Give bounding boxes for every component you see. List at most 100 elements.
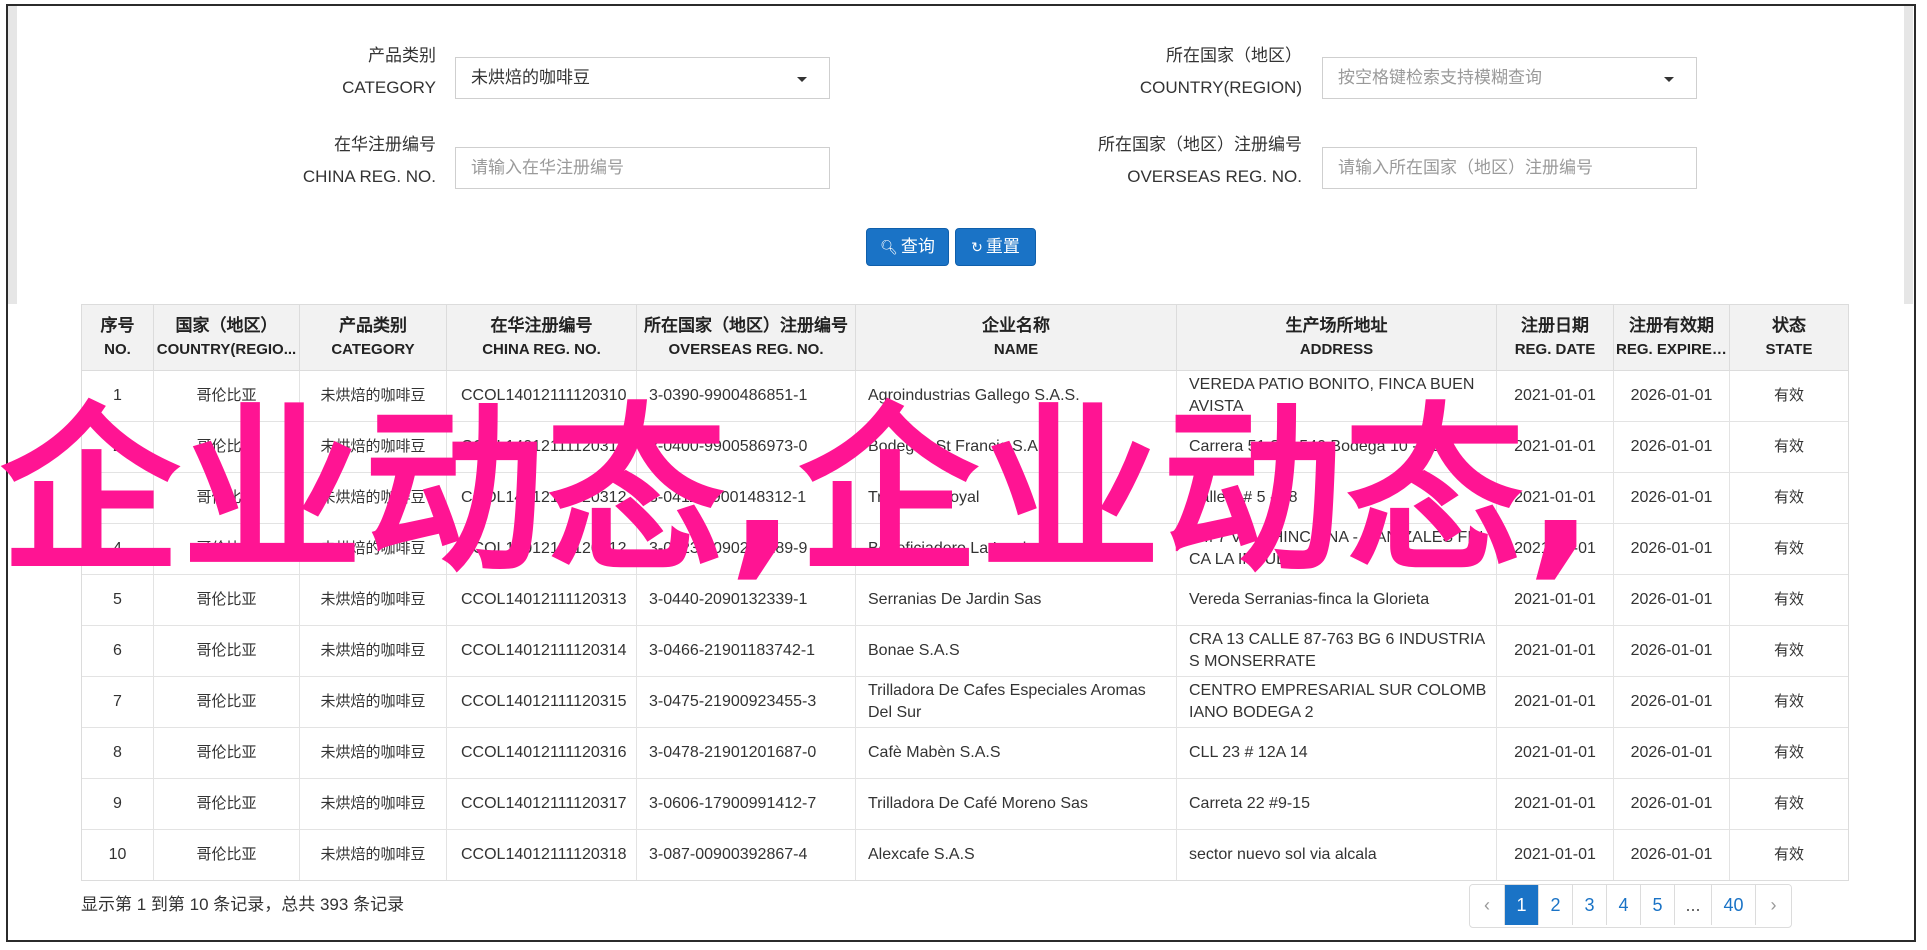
table-row[interactable]: 8 哥伦比亚 未烘焙的咖啡豆 CCOL14012111120316 3-0478-219… [82, 728, 1848, 779]
country-select-placeholder: 按空格键检索支持模糊查询 [1338, 68, 1542, 87]
header-expire-zh: 注册有效期 [1629, 315, 1714, 335]
cell-country: 哥伦比亚 [154, 677, 300, 727]
table-row[interactable]: 6 哥伦比亚 未烘焙的咖啡豆 CCOL14012111120314 3-0466-219… [82, 626, 1848, 677]
china-reg-input-placeholder: 请输入在华注册编号 [471, 158, 624, 177]
header-reg-date: 注册日期 REG. DATE [1497, 305, 1614, 370]
cell-state: 有效 [1773, 846, 1804, 863]
prev-page-button[interactable]: ‹ [1470, 885, 1505, 925]
header-state: 状态 STATE [1730, 305, 1848, 370]
cell-no: 8 [82, 728, 154, 778]
header-address-zh: 生产场所地址 [1285, 315, 1388, 335]
page-button-2[interactable]: 2 [1539, 885, 1573, 925]
header-china-reg-zh: 在华注册编号 [490, 315, 593, 335]
table-row[interactable]: 7 哥伦比亚 未烘焙的咖啡豆 CCOL14012111120315 3-0475-219… [82, 677, 1848, 728]
cell-category: 未烘焙的咖啡豆 [300, 677, 447, 727]
cell-overseas-reg: 3-0475-21900923455-3 [637, 677, 856, 727]
overseas-reg-label: 所在国家（地区）注册编号 OVERSEAS REG. NO. [1060, 129, 1302, 193]
header-state-en: STATE [1765, 340, 1813, 358]
page-button-3[interactable]: 3 [1573, 885, 1607, 925]
country-label-en: COUNTRY(REGION) [1139, 78, 1302, 97]
cell-overseas-reg: 3-0466-21901183742-1 [637, 626, 856, 676]
header-category: 产品类别 CATEGORY [300, 305, 447, 370]
cell-reg-date: 2021-01-01 [1497, 830, 1614, 880]
header-name-zh: 企业名称 [982, 315, 1050, 335]
country-label-zh: 所在国家（地区） [1166, 46, 1302, 65]
cell-expire: 2026-01-01 [1614, 728, 1730, 778]
category-label-zh: 产品类别 [368, 46, 436, 65]
cell-category: 未烘焙的咖啡豆 [300, 779, 447, 829]
overseas-reg-input[interactable]: 请输入所在国家（地区）注册编号 [1322, 147, 1697, 189]
search-button-label: 查询 [900, 237, 935, 256]
cell-no: 9 [82, 779, 154, 829]
table-header: 序号 NO. 国家（地区） COUNTRY(REGIO... 产品类别 CATEGORY 在… [82, 305, 1848, 371]
cell-address: CLL 23 # 12A 14 [1177, 728, 1497, 778]
country-select[interactable]: 按空格键检索支持模糊查询 [1322, 57, 1697, 99]
cell-category: 未烘焙的咖啡豆 [300, 626, 447, 676]
header-address-en: ADDRESS [1299, 340, 1374, 358]
table-row[interactable]: 9 哥伦比亚 未烘焙的咖啡豆 CCOL14012111120317 3-0606-179… [82, 779, 1848, 830]
cell-no: 7 [82, 677, 154, 727]
chevron-down-icon [797, 77, 807, 82]
header-country-zh: 国家（地区） [175, 315, 278, 335]
cell-reg-date: 2021-01-01 [1497, 728, 1614, 778]
cell-country: 哥伦比亚 [154, 626, 300, 676]
cell-china-reg: CCOL14012111120314 [447, 626, 637, 676]
china-reg-input[interactable]: 请输入在华注册编号 [455, 147, 830, 189]
header-overseas-reg-en: OVERSEAS REG. NO. [668, 340, 824, 358]
cell-address: sector nuevo sol via alcala [1177, 830, 1497, 880]
page-button-5[interactable]: 5 [1641, 885, 1675, 925]
header-category-en: CATEGORY [331, 340, 415, 358]
page-button-1[interactable]: 1 [1505, 885, 1539, 925]
china-reg-label: 在华注册编号 CHINA REG. NO. [250, 129, 436, 193]
header-name-en: NAME [993, 340, 1039, 358]
cell-reg-date: 2021-01-01 [1497, 677, 1614, 727]
search-button[interactable]: 🔍︎ 查询 [866, 228, 949, 266]
header-country-en: COUNTRY(REGIO... [156, 340, 297, 358]
cell-china-reg: CCOL14012111120316 [447, 728, 637, 778]
category-label: 产品类别 CATEGORY [270, 40, 436, 104]
cell-expire: 2026-01-01 [1614, 830, 1730, 880]
header-expire-en: REG. EXPIRE ... [1616, 340, 1729, 358]
cell-china-reg: CCOL14012111120317 [447, 779, 637, 829]
chevron-down-icon [1664, 77, 1674, 82]
header-category-zh: 产品类别 [339, 315, 407, 335]
header-overseas-reg: 所在国家（地区）注册编号 OVERSEAS REG. NO. [637, 305, 856, 370]
header-china-reg: 在华注册编号 CHINA REG. NO. [447, 305, 637, 370]
cell-country: 哥伦比亚 [154, 830, 300, 880]
next-page-button[interactable]: › [1756, 885, 1791, 925]
cell-no: 6 [82, 626, 154, 676]
reset-button[interactable]: ↻ 重置 [955, 228, 1036, 266]
overseas-reg-label-en: OVERSEAS REG. NO. [1127, 167, 1302, 186]
search-icon: 🔍︎ [880, 239, 898, 255]
header-expire: 注册有效期 REG. EXPIRE ... [1614, 305, 1730, 370]
table-row[interactable]: 10 哥伦比亚 未烘焙的咖啡豆 CCOL14012111120318 3-087-009… [82, 830, 1848, 880]
left-scrollbar[interactable] [8, 6, 17, 304]
cell-name: Alexcafe S.A.S [856, 830, 1177, 880]
china-reg-label-zh: 在华注册编号 [334, 135, 436, 154]
cell-reg-date: 2021-01-01 [1497, 626, 1614, 676]
cell-expire: 2026-01-01 [1614, 626, 1730, 676]
category-select[interactable]: 未烘焙的咖啡豆 [455, 57, 830, 99]
category-select-value: 未烘焙的咖啡豆 [471, 68, 590, 87]
header-no-zh: 序号 [100, 315, 135, 335]
page-button-40[interactable]: 40 [1712, 885, 1756, 925]
records-summary: 显示第 1 到第 10 条记录，总共 393 条记录 [81, 895, 405, 914]
right-scrollbar[interactable] [1904, 6, 1913, 304]
header-no-en: NO. [104, 340, 131, 358]
cell-overseas-reg: 3-0606-17900991412-7 [637, 779, 856, 829]
header-no: 序号 NO. [82, 305, 154, 370]
cell-country: 哥伦比亚 [154, 728, 300, 778]
cell-expire: 2026-01-01 [1614, 779, 1730, 829]
cell-china-reg: CCOL14012111120315 [447, 677, 637, 727]
page-ellipsis: ... [1675, 885, 1712, 925]
header-reg-date-zh: 注册日期 [1521, 315, 1589, 335]
cell-address: Carreta 22 #9-15 [1177, 779, 1497, 829]
overseas-reg-input-placeholder: 请输入所在国家（地区）注册编号 [1338, 158, 1593, 177]
cell-china-reg: CCOL14012111120318 [447, 830, 637, 880]
cell-address: CRA 13 CALLE 87-763 BG 6 INDUSTRIAS MONS… [1177, 626, 1497, 676]
cell-name: Trilladora De Cafes Especiales Aromas De… [856, 677, 1177, 727]
cell-expire: 2026-01-01 [1614, 677, 1730, 727]
cell-no: 10 [82, 830, 154, 880]
cell-country: 哥伦比亚 [154, 779, 300, 829]
page-button-4[interactable]: 4 [1607, 885, 1641, 925]
